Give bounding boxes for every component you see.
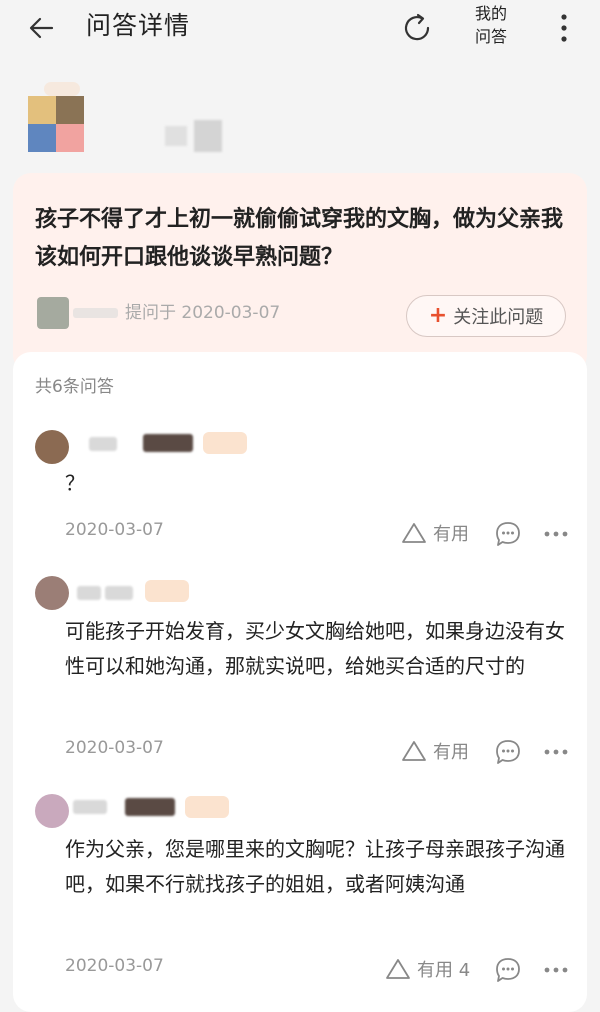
follow-question-button[interactable]: + 关注此问题 — [406, 295, 566, 337]
answer-text: 作为父亲，您是哪里来的文胸呢？让孩子母亲跟孩子沟通吧，如果不行就找孩子的姐姐，或… — [65, 837, 565, 896]
answer-date: 2020-03-07 — [65, 520, 164, 540]
back-arrow-icon — [29, 17, 54, 39]
answer-name-blur — [89, 437, 117, 451]
avatar[interactable] — [28, 96, 84, 152]
comment-button[interactable] — [493, 519, 523, 549]
useful-button[interactable]: 有用 — [401, 738, 469, 764]
page-title: 问答详情 — [86, 11, 191, 40]
answers-count: 共6条问答 — [35, 377, 114, 397]
question-card: 孩子不得了才上初一就偷偷试穿我的文胸，做为父亲我该如何开口跟他谈谈早熟问题？ 提… — [13, 173, 587, 373]
comment-icon — [496, 740, 520, 764]
back-button[interactable] — [24, 10, 60, 46]
answer-name-blur — [125, 798, 175, 816]
my-answers-line1: 我的 — [474, 4, 507, 23]
useful-button[interactable]: 有用 — [401, 520, 469, 546]
follow-label: 关注此问题 — [453, 307, 544, 328]
useful-button[interactable]: 有用 4 — [385, 956, 470, 982]
user-badge — [145, 580, 189, 602]
answers-card: 共6条问答 ？ 2020-03-07 有用 可能孩子开始发育，买少女文胸给她吧，… — [13, 352, 587, 1012]
answer-name-blur — [73, 800, 107, 814]
profile-header — [0, 58, 600, 173]
answer-more-button[interactable] — [541, 737, 571, 767]
useful-label: 有用 — [433, 524, 469, 545]
answer-text: ？ — [65, 471, 85, 495]
answer-more-button[interactable] — [541, 955, 571, 985]
answer-name-blur — [105, 586, 133, 600]
avatar-decoration — [44, 82, 80, 96]
comment-button[interactable] — [493, 955, 523, 985]
answer-item: 可能孩子开始发育，买少女文胸给她吧，如果身边没有女性可以和她沟通，那就实说吧，给… — [13, 570, 587, 770]
profile-name-blur — [194, 120, 222, 152]
comment-icon — [496, 958, 520, 982]
more-vertical-icon — [561, 14, 567, 42]
more-horizontal-icon — [544, 967, 568, 973]
answer-date: 2020-03-07 — [65, 738, 164, 758]
asker-name-blur — [73, 308, 118, 318]
my-answers-line2: 问答 — [474, 27, 507, 46]
answer-date: 2020-03-07 — [65, 956, 164, 976]
comment-button[interactable] — [493, 737, 523, 767]
thumb-up-icon — [402, 523, 426, 543]
answer-avatar[interactable] — [35, 430, 69, 464]
refresh-icon — [404, 13, 430, 41]
profile-name-blur — [165, 126, 187, 146]
comment-icon — [496, 522, 520, 546]
useful-label: 有用 4 — [417, 960, 471, 981]
thumb-up-icon — [386, 959, 410, 979]
thumb-up-icon — [402, 741, 426, 761]
more-options-button[interactable] — [550, 10, 578, 46]
more-horizontal-icon — [544, 531, 568, 537]
question-text: 孩子不得了才上初一就偷偷试穿我的文胸，做为父亲我该如何开口跟他谈谈早熟问题？ — [35, 207, 564, 270]
top-bar: 问答详情 我的 问答 — [0, 0, 600, 58]
answer-name-blur — [77, 586, 101, 600]
asked-date: 提问于 2020-03-07 — [125, 303, 281, 323]
answer-avatar[interactable] — [35, 794, 69, 828]
refresh-button[interactable] — [398, 9, 436, 47]
user-badge — [185, 796, 229, 818]
more-horizontal-icon — [544, 749, 568, 755]
answer-more-button[interactable] — [541, 519, 571, 549]
answer-item: 作为父亲，您是哪里来的文胸呢？让孩子母亲跟孩子沟通吧，如果不行就找孩子的姐姐，或… — [13, 790, 587, 990]
answer-avatar[interactable] — [35, 576, 69, 610]
answer-name-blur — [143, 434, 193, 452]
asker-avatar[interactable] — [37, 297, 69, 329]
user-badge — [203, 432, 247, 454]
useful-label: 有用 — [433, 742, 469, 763]
my-answers-button[interactable]: 我的 问答 — [466, 2, 516, 48]
answer-text: 可能孩子开始发育，买少女文胸给她吧，如果身边没有女性可以和她沟通，那就实说吧，给… — [65, 619, 565, 678]
plus-icon: + — [428, 303, 448, 328]
answer-item: ？ 2020-03-07 有用 — [13, 422, 587, 562]
